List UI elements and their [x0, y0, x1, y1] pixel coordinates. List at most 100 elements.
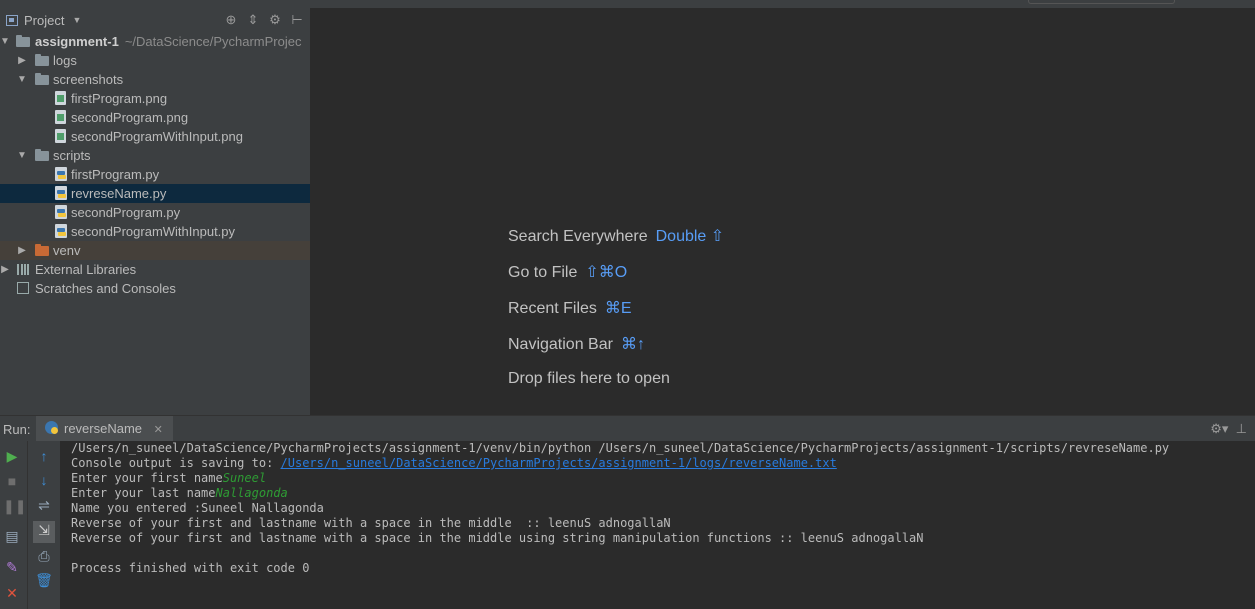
folder-icon	[16, 35, 30, 47]
tree-item-label: firstProgram.py	[71, 167, 160, 182]
down-arrow-icon[interactable]: ↓	[35, 471, 53, 489]
trash-icon[interactable]: 🗑	[35, 571, 53, 589]
up-arrow-icon[interactable]: ↑	[35, 447, 53, 465]
soft-wrap-icon[interactable]: ⇌	[35, 496, 53, 514]
tree-item-label: logs	[53, 53, 77, 68]
project-tree: ▼ assignment-1 ~/DataScience/PycharmProje…	[0, 32, 310, 298]
tree-item-file[interactable]: secondProgramWithInput.py	[0, 222, 310, 241]
pin-icon[interactable]: ✎	[3, 558, 21, 576]
python-file-icon	[55, 167, 67, 181]
collapsed-arrow-icon[interactable]: ▶	[17, 51, 27, 70]
collapsed-arrow-icon[interactable]: ▶	[17, 241, 27, 260]
tree-item-logs[interactable]: ▶ logs	[0, 51, 310, 70]
title-strip	[0, 0, 1255, 8]
user-input: Suneel	[222, 471, 267, 485]
run-tab-label: reverseName	[64, 421, 143, 436]
tree-item-label: firstProgram.png	[71, 91, 168, 106]
tree-item-label: revreseName.py	[71, 186, 167, 201]
console-text: Enter your first name	[71, 471, 223, 485]
tree-item-scratches[interactable]: Scratches and Consoles	[0, 279, 310, 298]
image-file-icon	[55, 129, 66, 143]
library-icon	[17, 264, 29, 275]
image-file-icon	[55, 91, 66, 105]
run-header-tools: ⚙▾ ⊥	[1210, 421, 1247, 437]
tree-item-file[interactable]: firstProgram.py	[0, 165, 310, 184]
tree-item-venv[interactable]: ▶ venv	[0, 241, 310, 260]
hide-panel-icon[interactable]: ⊢	[290, 12, 304, 28]
locate-icon[interactable]: ⊕	[224, 12, 238, 28]
console-line: Name you entered :Suneel Nallagonda	[71, 501, 324, 515]
console-text: Console output is saving to:	[71, 456, 281, 470]
tree-item-file[interactable]: firstProgram.png	[0, 89, 310, 108]
console-line: Enter your last nameNallagonda	[71, 486, 288, 501]
user-input: Nallagonda	[215, 486, 288, 500]
tree-item-label: External Libraries	[35, 262, 137, 277]
console-output[interactable]: /Users/n_suneel/DataScience/PycharmProje…	[60, 441, 1255, 609]
pause-icon[interactable]: ❚❚	[3, 497, 26, 515]
gear-icon[interactable]: ⚙	[268, 12, 282, 28]
python-file-icon	[55, 186, 67, 200]
hint-shortcut: ⌘↑	[620, 336, 645, 353]
hint-shortcut: ⌘E	[604, 300, 632, 317]
tree-item-root[interactable]: ▼ assignment-1 ~/DataScience/PycharmProje…	[0, 32, 310, 51]
close-icon[interactable]: ✕	[154, 424, 163, 436]
run-toolbar-primary: ▶ ■ ❚❚ ▤ ✎ ✕	[0, 441, 27, 609]
chevron-down-icon[interactable]: ▼	[72, 15, 81, 25]
project-toolbar: ⊕ ⇕ ⚙ ⊢	[224, 12, 304, 28]
tree-item-file[interactable]: secondProgramWithInput.png	[0, 127, 310, 146]
gear-icon[interactable]: ⚙▾	[1210, 421, 1228, 436]
folder-icon	[35, 149, 49, 161]
project-icon	[6, 14, 18, 26]
python-file-icon	[55, 224, 67, 238]
tree-item-external-libraries[interactable]: ▶ External Libraries	[0, 260, 310, 279]
tree-item-file[interactable]: secondProgram.py	[0, 203, 310, 222]
tree-item-file-selected[interactable]: revreseName.py	[0, 184, 310, 203]
hint-recent-files: Recent Files ⌘E	[508, 298, 632, 318]
hint-label: Recent Files	[508, 300, 597, 317]
rerun-icon[interactable]: ▶	[3, 447, 21, 465]
scratches-icon	[17, 282, 29, 294]
expand-arrow-icon[interactable]: ▼	[17, 70, 27, 89]
search-box[interactable]	[1028, 0, 1175, 4]
image-file-icon	[55, 110, 66, 124]
tree-item-screenshots[interactable]: ▼ screenshots	[0, 70, 310, 89]
console-line: Enter your first nameSuneel	[71, 471, 266, 486]
tree-item-label: secondProgramWithInput.py	[71, 224, 236, 239]
expand-arrow-icon[interactable]: ▼	[0, 32, 10, 51]
expand-arrow-icon[interactable]: ▼	[17, 146, 27, 165]
tree-item-label: secondProgram.py	[71, 205, 181, 220]
hide-panel-icon[interactable]: ⊥	[1236, 421, 1247, 436]
collapse-all-icon[interactable]: ⇕	[246, 12, 260, 28]
project-panel: Project ▼ ⊕ ⇕ ⚙ ⊢ ▼ assignment-1 ~/DataSc…	[0, 8, 310, 415]
collapsed-arrow-icon[interactable]: ▶	[0, 260, 10, 279]
run-toolbar-secondary: ↑ ↓ ⇌ ⇲ ⎙ 🗑	[27, 441, 61, 609]
console-line: Process finished with exit code 0	[71, 561, 310, 575]
hint-label: Drop files here to open	[508, 370, 670, 387]
scroll-to-end-icon[interactable]: ⇲	[33, 521, 55, 543]
editor-area[interactable]: Search Everywhere Double ⇧ Go to File ⇧⌘O …	[310, 8, 1255, 415]
console-line: Console output is saving to: /Users/n_su…	[71, 456, 837, 471]
log-file-link[interactable]: /Users/n_suneel/DataScience/PycharmProje…	[281, 456, 837, 470]
hint-search-everywhere: Search Everywhere Double ⇧	[508, 226, 724, 246]
close-icon[interactable]: ✕	[3, 584, 21, 602]
dump-threads-icon[interactable]: ▤	[3, 527, 21, 545]
hint-go-to-file: Go to File ⇧⌘O	[508, 262, 627, 282]
tree-item-file[interactable]: secondProgram.png	[0, 108, 310, 127]
hint-label: Search Everywhere	[508, 228, 648, 245]
project-title[interactable]: Project	[24, 13, 64, 28]
print-icon[interactable]: ⎙	[35, 547, 53, 565]
hint-shortcut: ⇧⌘O	[585, 264, 628, 281]
tree-item-label: screenshots	[53, 72, 124, 87]
hint-navigation-bar: Navigation Bar ⌘↑	[508, 334, 645, 354]
stop-icon[interactable]: ■	[3, 472, 21, 490]
hint-drop-files: Drop files here to open	[508, 370, 670, 388]
run-tab[interactable]: reverseName ✕	[36, 416, 173, 441]
folder-icon	[35, 54, 49, 66]
console-line: Reverse of your first and lastname with …	[71, 531, 924, 545]
python-icon	[45, 421, 58, 434]
console-text: Enter your last name	[71, 486, 216, 500]
root-path: ~/DataScience/PycharmProjec	[124, 34, 302, 49]
hint-shortcut: Double ⇧	[655, 228, 725, 245]
hint-label: Navigation Bar	[508, 336, 613, 353]
tree-item-scripts[interactable]: ▼ scripts	[0, 146, 310, 165]
